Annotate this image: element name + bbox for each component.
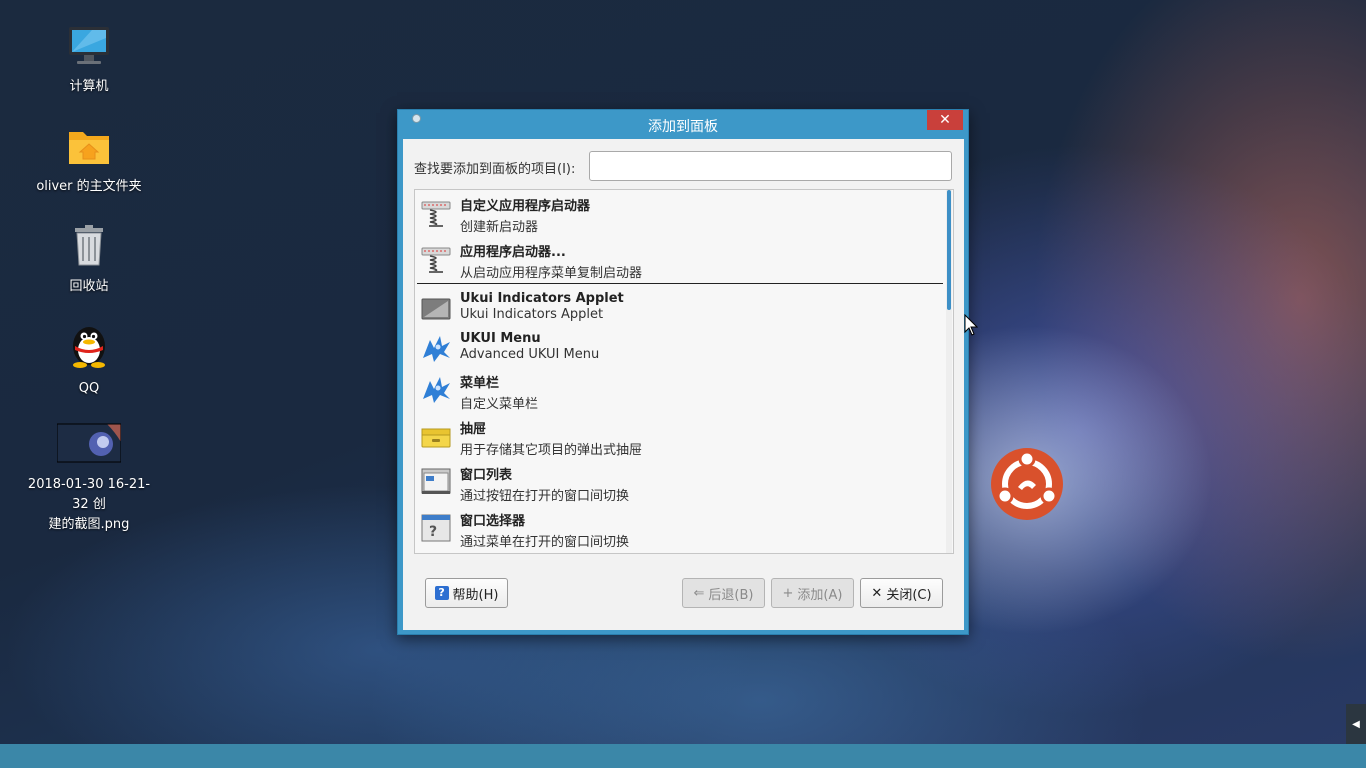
list-item[interactable]: 窗口列表 通过按钮在打开的窗口间切换	[415, 459, 943, 505]
search-input[interactable]	[589, 151, 952, 181]
back-button[interactable]: ⇐ 后退(B)	[682, 578, 765, 608]
bottom-panel[interactable]	[0, 744, 1366, 768]
list-item[interactable]: 应用程序启动器... 从启动应用程序菜单复制启动器	[415, 236, 943, 282]
list-item[interactable]: UKUI Menu Advanced UKUI Menu	[415, 326, 943, 367]
window-list-icon	[420, 465, 452, 497]
desktop-icon-home-folder[interactable]: oliver 的主文件夹	[24, 126, 154, 197]
item-name: 自定义应用程序启动器	[460, 199, 591, 214]
dialog-content: 查找要添加到面板的项目(I): 自定义应用程序启动器 创建新启动器 应用程序启动…	[403, 139, 964, 630]
desktop-icon-label-2: 建的截图.png	[48, 517, 130, 532]
list-separator	[417, 283, 943, 284]
desktop-icon-label: oliver 的主文件夹	[36, 179, 142, 194]
item-name: 窗口列表	[460, 468, 513, 483]
wallpaper-logo-icon	[990, 447, 1064, 525]
panel-hide-button[interactable]: ◀	[1346, 704, 1366, 744]
item-name: Ukui Indicators Applet	[460, 291, 624, 306]
item-description: Ukui Indicators Applet	[460, 307, 604, 322]
list-item[interactable]: 菜单栏 自定义菜单栏	[415, 367, 943, 413]
help-button[interactable]: ? 帮助(H)	[425, 578, 508, 608]
plus-icon: +	[782, 585, 794, 601]
dialog-titlebar[interactable]: 添加到面板 ✕	[398, 110, 968, 139]
list-scrollbar[interactable]	[946, 190, 952, 553]
applet-list[interactable]: 自定义应用程序启动器 创建新启动器 应用程序启动器... 从启动应用程序菜单复制…	[414, 189, 954, 554]
list-item[interactable]: Ukui Indicators Applet Ukui Indicators A…	[415, 286, 943, 326]
search-label: 查找要添加到面板的项目(I):	[414, 162, 576, 177]
close-button-label: 关闭(C)	[886, 587, 932, 603]
desktop-icon-trash[interactable]: 回收站	[24, 224, 154, 297]
item-description: 通过按钮在打开的窗口间切换	[460, 489, 630, 504]
item-description: 从启动应用程序菜单复制启动器	[460, 266, 643, 281]
menu-bar-icon	[420, 373, 452, 405]
home-folder-icon	[24, 126, 154, 173]
desktop-icon-label: 计算机	[69, 79, 109, 94]
item-name: 抽屉	[460, 422, 487, 437]
scrollbar-thumb[interactable]	[947, 190, 951, 310]
launcher-spring-icon	[420, 242, 452, 274]
item-description: 自定义菜单栏	[460, 397, 539, 412]
computer-icon	[24, 26, 154, 73]
close-button[interactable]: ✕ 关闭(C)	[860, 578, 943, 608]
list-item[interactable]: 抽屉 用于存储其它项目的弹出式抽屉	[415, 413, 943, 459]
image-thumbnail-icon	[24, 422, 154, 471]
ukui-menu-icon	[420, 332, 452, 364]
add-button-label: 添加(A)	[797, 587, 843, 603]
item-name: 应用程序启动器...	[460, 245, 566, 260]
close-icon: ✕	[871, 585, 883, 601]
triangle-left-icon: ◀	[1352, 718, 1360, 730]
item-name: UKUI Menu	[460, 331, 541, 346]
close-icon: ✕	[939, 112, 951, 128]
desktop-icon-label: 回收站	[69, 279, 109, 294]
item-description: 创建新启动器	[460, 220, 539, 235]
list-item[interactable]: ? 窗口选择器 通过菜单在打开的窗口间切换	[415, 505, 943, 551]
list-item[interactable]: 自定义应用程序启动器 创建新启动器	[415, 190, 943, 236]
help-button-label: 帮助(H)	[452, 587, 499, 603]
desktop-icon-label: 2018-01-30 16-21-32 创	[27, 477, 151, 512]
item-description: Advanced UKUI Menu	[460, 347, 600, 362]
drawer-icon	[420, 419, 452, 451]
launcher-spring-icon	[420, 196, 452, 228]
mouse-cursor-icon	[964, 313, 979, 340]
window-selector-icon: ?	[420, 511, 452, 543]
desktop-icon-label: QQ	[78, 381, 100, 396]
svg-text:?: ?	[429, 524, 437, 540]
desktop-icon-screenshot[interactable]: 2018-01-30 16-21-32 创 建的截图.png	[24, 422, 154, 535]
item-name: 菜单栏	[460, 376, 500, 391]
back-button-label: 后退(B)	[708, 587, 754, 603]
qq-penguin-icon	[24, 322, 154, 375]
add-to-panel-dialog: 添加到面板 ✕ 查找要添加到面板的项目(I): 自定义应用程序启动器 创建新启动	[397, 109, 969, 635]
help-icon: ?	[434, 586, 449, 600]
trash-icon	[24, 224, 154, 273]
indicator-applet-icon	[420, 292, 452, 324]
desktop-icon-computer[interactable]: 计算机	[24, 26, 154, 97]
item-description: 通过菜单在打开的窗口间切换	[460, 535, 630, 550]
item-name: 窗口选择器	[460, 514, 526, 529]
back-arrow-icon: ⇐	[693, 585, 705, 601]
window-close-button[interactable]: ✕	[927, 110, 963, 130]
add-button[interactable]: + 添加(A)	[771, 578, 854, 608]
desktop-icon-qq[interactable]: QQ	[24, 322, 154, 399]
dialog-title: 添加到面板	[648, 119, 718, 135]
item-description: 用于存储其它项目的弹出式抽屉	[460, 443, 643, 458]
